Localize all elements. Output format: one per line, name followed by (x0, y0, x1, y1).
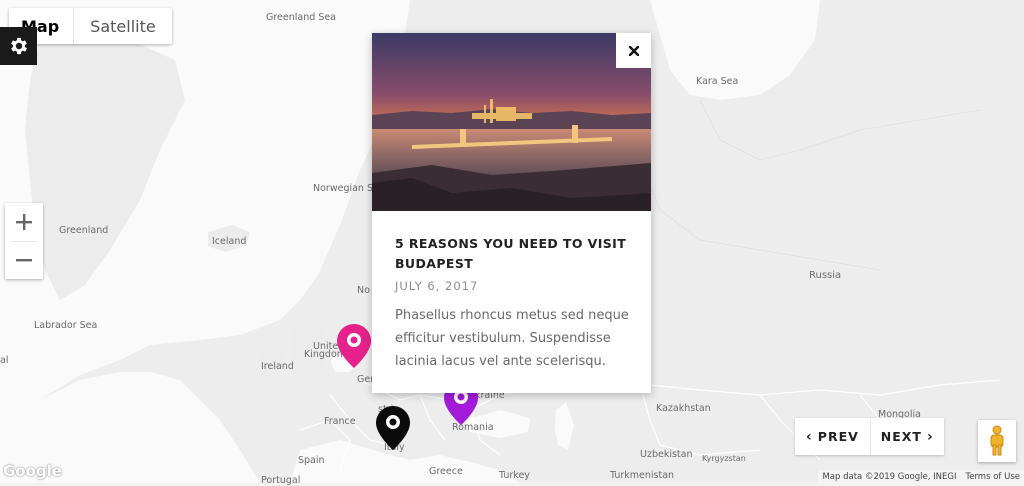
map-label-ireland: Ireland (261, 361, 294, 372)
chevron-left-icon: ‹ (806, 428, 813, 445)
map-attribution: Map data ©2019 Google, INEGI Terms of Us… (818, 470, 1024, 483)
map-label-spain: Spain (298, 455, 325, 466)
google-logo: Google (3, 462, 62, 480)
map-label-norway-partial: No (357, 285, 370, 296)
map-label-iceland: Iceland (212, 236, 247, 247)
zoom-in-button[interactable] (5, 203, 43, 241)
next-label: NEXT (880, 429, 922, 444)
map-label-greenland: Greenland (59, 225, 109, 236)
chevron-right-icon: › (926, 428, 934, 445)
zoom-divider (11, 241, 37, 242)
map-label-kazakhstan: Kazakhstan (656, 403, 711, 414)
zoom-control (5, 203, 43, 279)
zoom-out-button[interactable] (5, 241, 43, 279)
close-icon (628, 45, 639, 56)
pegman-icon (990, 425, 1004, 456)
map-pin-icon-black[interactable] (376, 406, 410, 455)
map-label-kyrgyzstan: Kyrgyzstan (702, 454, 746, 463)
close-button[interactable] (616, 33, 651, 68)
post-pager: ‹ PREV NEXT › (795, 418, 944, 455)
map-label-turkey: Turkey (499, 470, 530, 481)
map-label-portugal: Portugal (261, 475, 301, 486)
post-excerpt: Phasellus rhoncus metus sed neque effici… (395, 308, 629, 369)
settings-button[interactable] (0, 27, 37, 65)
map-label-france: France (324, 416, 356, 427)
next-button[interactable]: NEXT › (871, 418, 944, 455)
map-label-uzbekistan: Uzbekistan (640, 449, 693, 460)
map-label-turkmenistan: Turkmenistan (610, 470, 675, 481)
map-data-text: Map data ©2019 Google, INEGI (822, 471, 957, 482)
map-label-kara-sea: Kara Sea (696, 76, 739, 87)
map-label-greenland-sea: Greenland Sea (266, 12, 336, 23)
street-view-button[interactable] (978, 420, 1016, 462)
map-label-labrador-sea: Labrador Sea (34, 320, 98, 331)
prev-button[interactable]: ‹ PREV (795, 418, 871, 455)
info-card-body: 5 REASONS YOU NEED TO VISIT BUDAPEST JUL… (395, 234, 635, 373)
location-info-card: 5 REASONS YOU NEED TO VISIT BUDAPEST JUL… (372, 33, 651, 393)
map-label-greece: Greece (429, 466, 463, 477)
map-label-edge-al: al (0, 355, 9, 366)
post-title-link[interactable]: 5 REASONS YOU NEED TO VISIT BUDAPEST (395, 234, 635, 274)
prev-label: PREV (817, 429, 859, 444)
map-pin-icon-pink[interactable] (337, 324, 371, 373)
post-date: JULY 6, 2017 (395, 279, 479, 293)
gear-icon (10, 37, 27, 55)
budapest-photo[interactable] (372, 33, 651, 211)
map-label-russia: Russia (809, 270, 842, 281)
minus-icon (16, 259, 32, 262)
terms-of-use-link[interactable]: Terms of Use (965, 472, 1020, 482)
map-type-satellite-button[interactable]: Satellite (74, 8, 172, 44)
plus-icon (16, 214, 32, 230)
